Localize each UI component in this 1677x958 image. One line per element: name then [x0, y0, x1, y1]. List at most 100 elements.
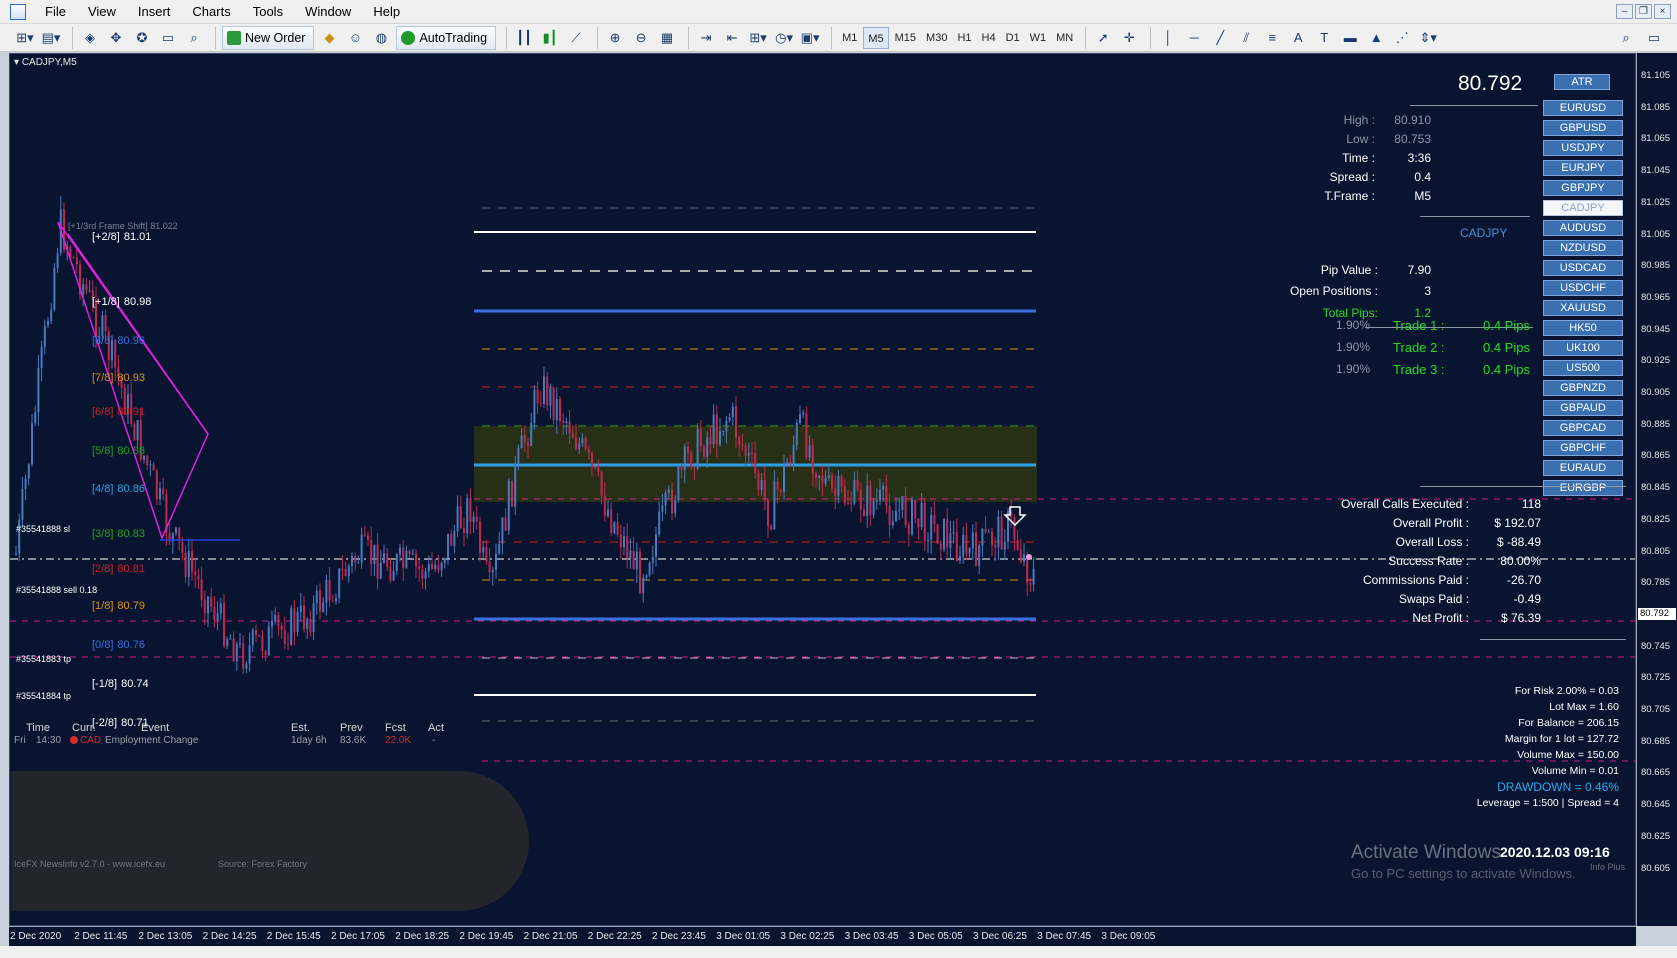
trendline-icon[interactable]: ╱	[1209, 27, 1231, 49]
candle-body	[920, 502, 923, 528]
tile-windows-icon[interactable]: ▦	[656, 27, 678, 49]
new-order-button[interactable]: New Order	[222, 25, 315, 50]
vertical-line-icon[interactable]: │	[1157, 27, 1179, 49]
pair-button-cadjpy[interactable]: CADJPY	[1543, 200, 1623, 216]
pair-button-us500[interactable]: US500	[1543, 360, 1623, 376]
menu-view[interactable]: View	[77, 0, 127, 24]
candle-body	[728, 417, 731, 421]
timeframe-m30[interactable]: M30	[922, 27, 951, 49]
navigator-icon[interactable]: ✪	[131, 27, 153, 49]
timeframe-m15[interactable]: M15	[891, 27, 920, 49]
timeframe-w1[interactable]: W1	[1026, 27, 1051, 49]
zoom-out-icon[interactable]: ⊖	[630, 27, 652, 49]
new-chart-icon[interactable]: ⊞▾	[14, 27, 36, 49]
time-tick: 3 Dec 03:45	[844, 931, 899, 942]
text-label-icon[interactable]: T	[1313, 27, 1335, 49]
price-tick: 80.665	[1641, 767, 1671, 779]
horizontal-line-icon[interactable]: ─	[1183, 27, 1205, 49]
strategy-tester-icon[interactable]: ⌕	[183, 27, 205, 49]
stat-value: $ 192.07	[1494, 516, 1541, 530]
timeframe-h4[interactable]: H4	[978, 27, 1000, 49]
candle-body	[370, 539, 373, 565]
pair-button-eurgbp[interactable]: EURGBP	[1543, 480, 1623, 496]
pair-button-usdchf[interactable]: USDCHF	[1543, 280, 1623, 296]
candle-body	[155, 470, 158, 500]
line-chart-icon[interactable]: ⟋	[565, 27, 587, 49]
autotrading-button[interactable]: AutoTrading	[396, 25, 497, 50]
symbol-label: CADJPY	[1460, 226, 1508, 240]
pair-button-nzdusd[interactable]: NZDUSD	[1543, 240, 1623, 256]
menu-window[interactable]: Window	[294, 0, 362, 24]
cursor-icon[interactable]: ➚	[1092, 27, 1114, 49]
arrows-icon[interactable]: ⇕▾	[1417, 27, 1439, 49]
candle-body	[888, 505, 891, 526]
search-icon[interactable]: ⌕	[1615, 27, 1637, 49]
menu-charts[interactable]: Charts	[181, 0, 241, 24]
candle-body	[328, 579, 331, 601]
timeframe-d1[interactable]: D1	[1002, 27, 1024, 49]
pair-button-audusd[interactable]: AUDUSD	[1543, 220, 1623, 236]
price-axis[interactable]: 81.105 81.085 81.065 81.045 81.025 81.005 80.9…	[1636, 53, 1677, 926]
close-icon[interactable]: ×	[1654, 4, 1671, 19]
pair-button-euraud[interactable]: EURAUD	[1543, 460, 1623, 476]
pair-button-gbpchf[interactable]: GBPCHF	[1543, 440, 1623, 456]
time-axis[interactable]: 2 Dec 2020 2 Dec 11:45 2 Dec 13:05 2 Dec 14…	[9, 926, 1636, 946]
signals-icon[interactable]: ◍	[370, 27, 392, 49]
candle-body	[194, 571, 197, 576]
menu-file[interactable]: File	[34, 0, 77, 24]
pair-button-gbpjpy[interactable]: GBPJPY	[1543, 180, 1623, 196]
chat-icon[interactable]: ▭	[1643, 27, 1665, 49]
market-watch-icon[interactable]: ◈	[79, 27, 101, 49]
bar-chart-icon[interactable]: ┃┃	[513, 27, 535, 49]
timeframe-mn[interactable]: MN	[1052, 27, 1077, 49]
pair-button-usdcad[interactable]: USDCAD	[1543, 260, 1623, 276]
crosshair-icon[interactable]: ✛	[1118, 27, 1140, 49]
menu-help[interactable]: Help	[362, 0, 411, 24]
candle-body	[994, 544, 997, 548]
indicators-icon[interactable]: ⊞▾	[747, 27, 769, 49]
pair-button-gbpcad[interactable]: GBPCAD	[1543, 420, 1623, 436]
candle-body	[952, 532, 955, 534]
candle-body	[319, 590, 321, 612]
price-chart[interactable]: ▾ CADJPY,M5 [+1/3rd Frame Shift] 81.022 …	[9, 53, 1636, 926]
metaeditor-icon[interactable]: ◆	[318, 27, 340, 49]
time-tick: 2 Dec 19:45	[459, 931, 514, 942]
terminal-icon[interactable]: ▭	[157, 27, 179, 49]
menu-insert[interactable]: Insert	[127, 0, 182, 24]
rectangle-icon[interactable]: ▬	[1339, 27, 1361, 49]
periods-icon[interactable]: ◷▾	[773, 27, 795, 49]
pair-button-gbpaud[interactable]: GBPAUD	[1543, 400, 1623, 416]
pair-button-gbpusd[interactable]: GBPUSD	[1543, 120, 1623, 136]
pair-button-usdjpy[interactable]: USDJPY	[1543, 140, 1623, 156]
news-header-act: Act	[428, 722, 444, 734]
candle-body	[715, 414, 718, 445]
minimize-icon[interactable]: –	[1616, 4, 1633, 19]
candlestick-icon[interactable]: ▮┃	[539, 27, 561, 49]
account-icon[interactable]: ☺	[344, 27, 366, 49]
equidistant-channel-icon[interactable]: ⫽	[1235, 27, 1257, 49]
menu-tools[interactable]: Tools	[242, 0, 294, 24]
restore-icon[interactable]: ❐	[1635, 4, 1652, 19]
data-window-icon[interactable]: ✥	[105, 27, 127, 49]
chart-shift-icon[interactable]: ⇤	[721, 27, 743, 49]
atr-button[interactable]: ATR	[1554, 74, 1610, 90]
fibo-fan-icon[interactable]: ⋰	[1391, 27, 1413, 49]
text-icon[interactable]: A	[1287, 27, 1309, 49]
templates-icon[interactable]: ▣▾	[799, 27, 821, 49]
zoom-in-icon[interactable]: ⊕	[604, 27, 626, 49]
timeframe-h1[interactable]: H1	[953, 27, 975, 49]
triangle-icon[interactable]: ▲	[1365, 27, 1387, 49]
pair-button-gbpnzd[interactable]: GBPNZD	[1543, 380, 1623, 396]
auto-scroll-icon[interactable]: ⇥	[695, 27, 717, 49]
pair-button-eurjpy[interactable]: EURJPY	[1543, 160, 1623, 176]
profiles-icon[interactable]: ▤▾	[40, 27, 62, 49]
timeframe-m1[interactable]: M1	[838, 27, 861, 49]
candle-body	[271, 620, 273, 627]
candle-body	[642, 577, 645, 594]
pair-button-eurusd[interactable]: EURUSD	[1543, 100, 1623, 116]
timeframe-m5[interactable]: M5	[863, 26, 889, 49]
fibonacci-icon[interactable]: ≡	[1261, 27, 1283, 49]
pair-button-hk50[interactable]: HK50	[1543, 320, 1623, 336]
pair-button-uk100[interactable]: UK100	[1543, 340, 1623, 356]
pair-button-xauusd[interactable]: XAUUSD	[1543, 300, 1623, 316]
